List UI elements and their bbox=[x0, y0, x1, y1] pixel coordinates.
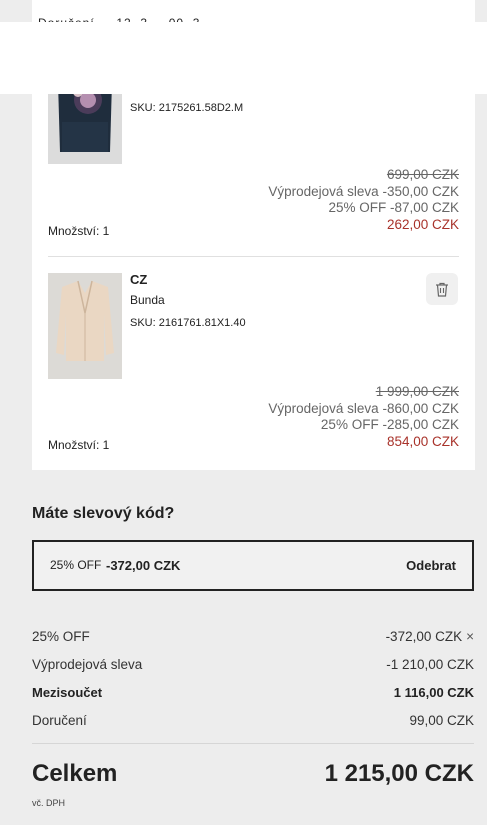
total-value: 1 215,00 CZK bbox=[324, 760, 474, 787]
quantity-label: Množství: 1 bbox=[48, 224, 110, 238]
discount-label: Výprodejová sleva bbox=[268, 183, 379, 199]
discount-line: 25% OFF -87,00 CZK bbox=[268, 200, 459, 217]
total-label: Celkem bbox=[32, 760, 118, 787]
summary-label: Výprodejová sleva bbox=[32, 657, 143, 672]
summary-value: 1 116,00 CZK bbox=[393, 685, 474, 700]
summary-label: 25% OFF bbox=[32, 629, 90, 644]
remove-item-button[interactable] bbox=[426, 273, 458, 305]
promo-code-amount: -372,00 CZK bbox=[106, 558, 181, 573]
item-divider bbox=[48, 256, 459, 257]
final-price: 854,00 CZK bbox=[386, 433, 459, 449]
discount-label: 25% OFF bbox=[320, 417, 379, 432]
product-image-cardigan[interactable] bbox=[48, 273, 122, 379]
applied-promo-code: 25% OFF -372,00 CZK Odebrat bbox=[32, 540, 474, 591]
final-price: 262,00 CZK bbox=[386, 216, 459, 232]
discount-amount: -87,00 CZK bbox=[389, 200, 459, 215]
product-sku: SKU: 2161761.81X1.40 bbox=[130, 317, 246, 329]
discount-label: 25% OFF bbox=[328, 200, 387, 215]
summary-value: -372,00 CZK × bbox=[386, 629, 474, 644]
remove-promo-button[interactable]: Odebrat bbox=[406, 558, 456, 573]
promo-code-title: Máte slevový kód? bbox=[32, 505, 175, 522]
discount-label: Výprodejová sleva bbox=[268, 400, 379, 416]
discount-line: Výprodejová sleva -350,00 CZK bbox=[268, 184, 459, 201]
price-breakdown: 1 999,00 CZK Výprodejová sleva -860,00 C… bbox=[268, 384, 459, 450]
promo-code-name: 25% OFF bbox=[50, 558, 102, 572]
summary-divider bbox=[32, 743, 474, 744]
original-price: 699,00 CZK bbox=[386, 167, 459, 182]
summary-value-text: -372,00 CZK bbox=[385, 629, 463, 644]
product-type: Bunda bbox=[130, 293, 165, 307]
quantity-label: Množství: 1 bbox=[48, 438, 110, 452]
vat-note: vč. DPH bbox=[32, 798, 66, 808]
close-icon[interactable]: × bbox=[466, 629, 474, 644]
top-header-bar bbox=[0, 22, 487, 94]
discount-amount: -285,00 CZK bbox=[382, 417, 459, 432]
summary-label: Doručení bbox=[32, 713, 87, 728]
discount-amount: -350,00 CZK bbox=[382, 183, 459, 199]
summary-row-sale: Výprodejová sleva -1 210,00 CZK bbox=[32, 657, 474, 672]
summary-row-subtotal: Mezisoučet 1 116,00 CZK bbox=[32, 685, 474, 700]
product-image-blouse[interactable] bbox=[48, 82, 122, 164]
product-name: CZ bbox=[130, 272, 148, 287]
product-sku: SKU: 2175261.58D2.M bbox=[130, 102, 244, 114]
summary-value: 99,00 CZK bbox=[409, 713, 474, 728]
summary-value: -1 210,00 CZK bbox=[386, 657, 474, 672]
trash-icon bbox=[436, 282, 448, 297]
price-breakdown: 699,00 CZK Výprodejová sleva -350,00 CZK… bbox=[268, 167, 459, 233]
original-price: 1 999,00 CZK bbox=[375, 384, 459, 399]
discount-line: Výprodejová sleva -860,00 CZK bbox=[268, 401, 459, 418]
discount-line: 25% OFF -285,00 CZK bbox=[268, 417, 459, 434]
summary-row-delivery: Doručení 99,00 CZK bbox=[32, 713, 474, 728]
discount-amount: -860,00 CZK bbox=[382, 400, 459, 416]
summary-row-promo: 25% OFF -372,00 CZK × bbox=[32, 629, 474, 644]
summary-label: Mezisoučet bbox=[32, 685, 103, 700]
